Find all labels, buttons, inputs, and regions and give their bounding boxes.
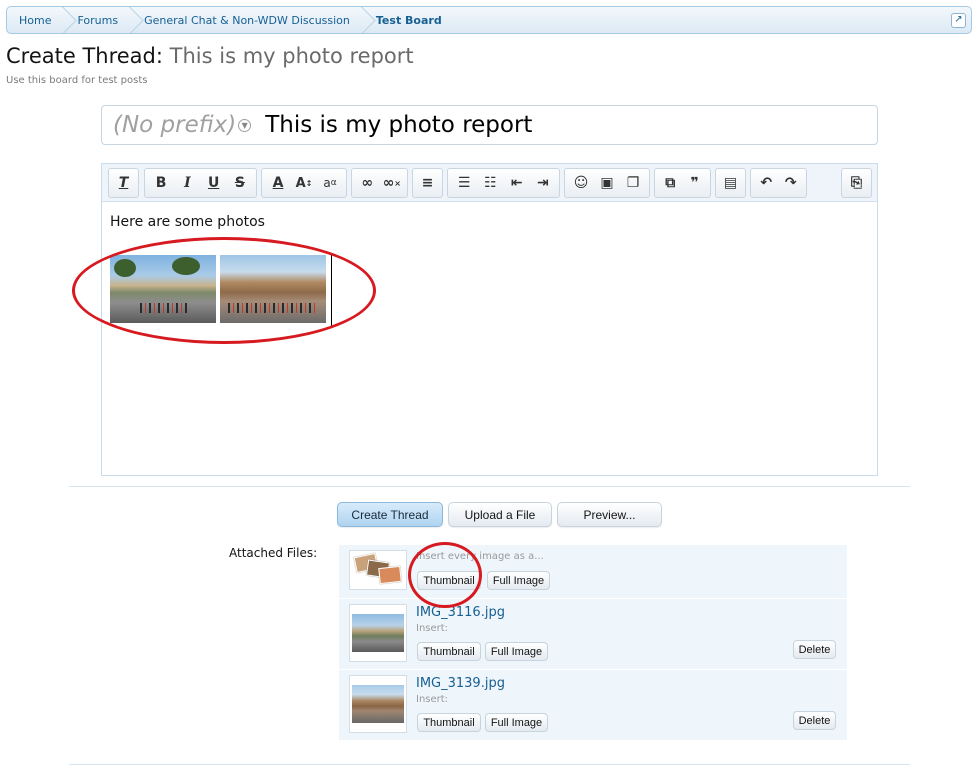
page-title-value: This is my photo report bbox=[169, 44, 414, 68]
toolbar-group-format: T bbox=[108, 168, 139, 198]
page-subtitle: Use this board for test posts bbox=[6, 75, 148, 86]
undo-icon[interactable]: ↶ bbox=[755, 172, 777, 194]
indent-icon[interactable]: ⇥ bbox=[532, 172, 554, 194]
editor-toolbar: T B I U S A A↕ aα ∞ ∞× ≡ ☰ ☷ ⇤ ⇥ ☺ ▣ ❐ bbox=[102, 164, 877, 202]
breadcrumb-home[interactable]: Home bbox=[7, 7, 65, 33]
unlink-icon[interactable]: ∞ × bbox=[381, 172, 403, 194]
align-icon[interactable]: ≡ bbox=[417, 172, 439, 194]
divider bbox=[69, 486, 910, 487]
attachment-thumbnail bbox=[349, 675, 407, 733]
arrow-up-right-icon[interactable]: ↗ bbox=[951, 12, 966, 28]
attachment-filename[interactable]: IMG_3139.jpg bbox=[416, 676, 505, 691]
preview-button[interactable]: Preview... bbox=[557, 502, 662, 527]
highlight-circle bbox=[408, 542, 482, 608]
insert-full-image-button[interactable]: Full Image bbox=[485, 713, 548, 732]
italic-icon[interactable]: I bbox=[176, 172, 198, 194]
remove-format-icon[interactable]: T bbox=[113, 172, 135, 194]
font-size-icon[interactable]: A ↕ bbox=[293, 172, 315, 194]
highlight-circle bbox=[72, 237, 376, 344]
thread-title-text: This is my photo report bbox=[265, 112, 533, 138]
toolbar-group-history: ↶ ↷ bbox=[750, 168, 807, 198]
underline-icon[interactable]: U bbox=[203, 172, 225, 194]
toolbar-group-code: ⧉ ❞ bbox=[654, 168, 711, 198]
bold-icon[interactable]: B bbox=[150, 172, 172, 194]
media-icon[interactable]: ❐ bbox=[622, 172, 644, 194]
insert-full-image-button[interactable]: Full Image bbox=[485, 642, 548, 661]
toolbar-group-list: ☰ ☷ ⇤ ⇥ bbox=[447, 168, 560, 198]
attachment-row: IMG_3116.jpg Insert: Thumbnail Full Imag… bbox=[339, 599, 847, 670]
font-family-icon[interactable]: aα bbox=[319, 172, 341, 194]
attachment-filename[interactable]: IMG_3116.jpg bbox=[416, 605, 505, 620]
attachment-row: IMG_3139.jpg Insert: Thumbnail Full Imag… bbox=[339, 670, 847, 741]
breadcrumb-general-chat[interactable]: General Chat & Non-WDW Discussion bbox=[132, 7, 364, 33]
toolbar-group-font: A A ↕ aα bbox=[261, 168, 347, 198]
smilie-icon[interactable]: ☺ bbox=[570, 172, 592, 194]
upload-file-button[interactable]: Upload a File bbox=[448, 502, 552, 527]
code-icon[interactable]: ⧉ bbox=[659, 172, 681, 194]
toolbar-group-mode: ⎘ bbox=[841, 168, 872, 198]
insert-label: Insert: bbox=[416, 694, 449, 705]
toolbar-group-draft: ▤ bbox=[715, 168, 746, 198]
toolbar-group-text: B I U S bbox=[144, 168, 257, 198]
editor-text: Here are some photos bbox=[110, 214, 265, 230]
redo-icon[interactable]: ↷ bbox=[780, 172, 802, 194]
breadcrumb-forums[interactable]: Forums bbox=[65, 7, 132, 33]
toolbar-group-link: ∞ ∞ × bbox=[351, 168, 408, 198]
delete-attachment-button[interactable]: Delete bbox=[793, 640, 836, 659]
attached-files-label: Attached Files: bbox=[229, 546, 318, 560]
image-icon[interactable]: ▣ bbox=[596, 172, 618, 194]
toolbar-group-insert: ☺ ▣ ❐ bbox=[564, 168, 650, 198]
save-draft-icon[interactable]: ▤ bbox=[720, 172, 742, 194]
editor-content[interactable]: Here are some photos bbox=[102, 202, 877, 242]
chevron-down-icon[interactable]: ▼ bbox=[238, 118, 252, 132]
page-title-label: Create Thread: bbox=[6, 44, 163, 68]
link-icon[interactable]: ∞ bbox=[356, 172, 378, 194]
font-color-icon[interactable]: A bbox=[267, 172, 289, 194]
stacked-images-icon bbox=[349, 550, 407, 590]
insert-thumbnail-button[interactable]: Thumbnail bbox=[417, 642, 481, 661]
prefix-select[interactable]: (No prefix) bbox=[113, 112, 236, 138]
breadcrumb-test-board[interactable]: Test Board bbox=[364, 7, 456, 33]
bullet-list-icon[interactable]: ☰ bbox=[453, 172, 475, 194]
divider bbox=[69, 764, 910, 765]
page-title: Create Thread: This is my photo report bbox=[6, 44, 414, 68]
delete-attachment-button[interactable]: Delete bbox=[793, 711, 836, 730]
thread-title-field[interactable]: (No prefix) ▼ This is my photo report bbox=[101, 105, 878, 145]
create-thread-button[interactable]: Create Thread bbox=[337, 502, 443, 527]
strikethrough-icon[interactable]: S bbox=[229, 172, 251, 194]
toggle-bbcode-icon[interactable]: ⎘ bbox=[846, 172, 868, 194]
attachment-thumbnail bbox=[349, 604, 407, 662]
toolbar-group-align: ≡ bbox=[412, 168, 443, 198]
numbered-list-icon[interactable]: ☷ bbox=[479, 172, 501, 194]
insert-thumbnail-button[interactable]: Thumbnail bbox=[417, 713, 481, 732]
quote-icon[interactable]: ❞ bbox=[684, 172, 706, 194]
breadcrumb: Home Forums General Chat & Non-WDW Discu… bbox=[6, 6, 972, 34]
insert-label: Insert: bbox=[416, 623, 449, 634]
insert-all-full-image-button[interactable]: Full Image bbox=[487, 571, 550, 590]
outdent-icon[interactable]: ⇤ bbox=[506, 172, 528, 194]
